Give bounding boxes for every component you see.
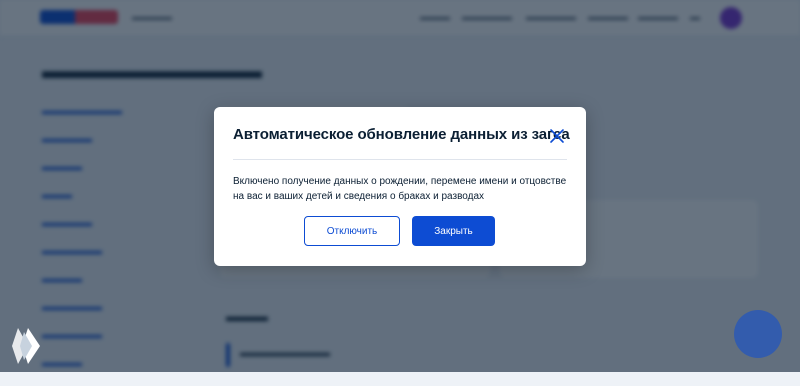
dialog-title: Автоматическое обновление данных из загс… bbox=[233, 126, 570, 143]
dialog-divider bbox=[233, 159, 567, 160]
gosuslugi-logo-icon bbox=[12, 328, 40, 364]
close-button[interactable]: Закрыть bbox=[412, 216, 495, 246]
dialog-text: Включено получение данных о рождении, пе… bbox=[233, 176, 567, 202]
close-icon[interactable] bbox=[548, 127, 566, 145]
zags-update-dialog: Автоматическое обновление данных из загс… bbox=[214, 107, 586, 266]
chat-bubble-icon bbox=[734, 310, 782, 358]
disable-button[interactable]: Отключить bbox=[304, 216, 400, 246]
